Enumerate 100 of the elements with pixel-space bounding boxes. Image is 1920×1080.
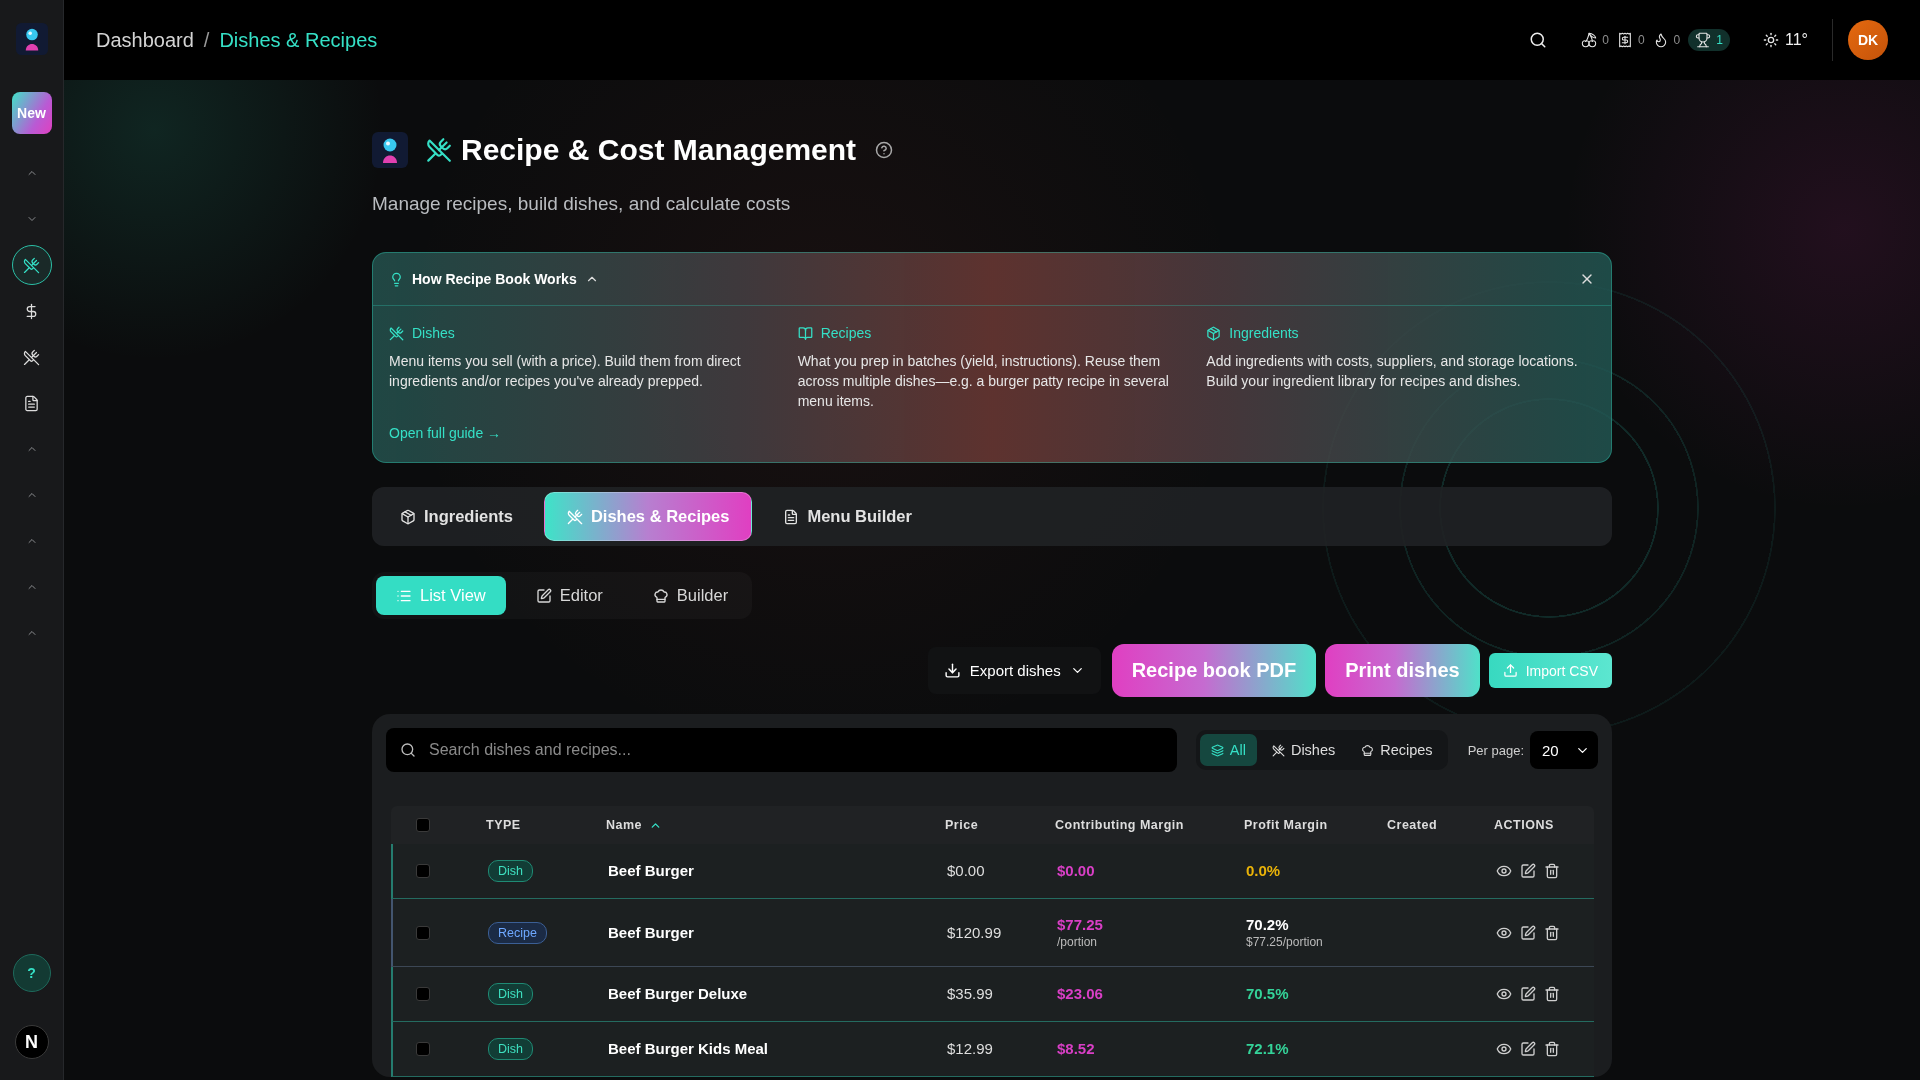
item-name: Beef Burger: [608, 922, 694, 943]
dev-badge[interactable]: N: [14, 1025, 49, 1059]
download-icon: [943, 662, 961, 679]
type-tag: Dish: [488, 860, 533, 882]
section-title: Recipes: [820, 325, 872, 341]
type-tag: Recipe: [488, 921, 547, 944]
column-header[interactable]: TYPE: [470, 818, 590, 832]
price-text: $120.99: [947, 922, 1002, 943]
temperature-text: 11°: [1785, 31, 1808, 49]
profit-value: 72.1%: [1246, 1039, 1289, 1059]
document-icon: [783, 508, 800, 525]
help-icon[interactable]: [875, 141, 894, 159]
stat-count: 1: [1716, 33, 1723, 47]
type-tag: Dish: [488, 983, 533, 1005]
type-tag: Dish: [488, 1038, 533, 1060]
utensils-icon: [23, 348, 40, 366]
search-icon[interactable]: [1529, 31, 1548, 49]
margin-note: /portion: [1057, 935, 1098, 950]
module-tab[interactable]: Menu Builder: [760, 492, 935, 541]
utensils-icon: [23, 256, 40, 274]
search-icon: [400, 742, 416, 758]
margin-value: $8.52: [1057, 1039, 1095, 1059]
book-icon: [797, 325, 813, 341]
edit-icon[interactable]: [1520, 924, 1536, 941]
chef-hat-icon: [652, 587, 669, 604]
column-header[interactable]: Price: [929, 818, 1039, 832]
profit-note: $77.25/portion: [1246, 935, 1323, 950]
trophy-icon[interactable]: [1695, 32, 1712, 48]
per-page-select[interactable]: 20: [1530, 731, 1598, 769]
view-tab[interactable]: Editor: [515, 576, 623, 615]
profit-value: 70.2%: [1246, 915, 1289, 935]
item-name: Beef Burger Kids Meal: [608, 1039, 769, 1059]
section-title: Ingredients: [1229, 325, 1299, 341]
guide-link[interactable]: Open full guide →: [389, 423, 502, 443]
utensils-icon: [1271, 743, 1285, 757]
stat-count: 0: [1637, 33, 1645, 47]
logo-icon[interactable]: [15, 23, 48, 55]
column-header[interactable]: Created: [1371, 818, 1478, 832]
breadcrumb-link[interactable]: Dashboard: [96, 28, 194, 52]
edit-icon: [535, 587, 552, 604]
section-title: Dishes: [412, 325, 455, 341]
price-text: $35.99: [947, 984, 993, 1004]
chef-hat-icon: [1361, 743, 1375, 757]
column-header[interactable]: Contributing Margin: [1039, 818, 1228, 832]
eye-icon[interactable]: [1496, 986, 1512, 1002]
page-subtitle: Manage recipes, build dishes, and calculate costs: [372, 192, 791, 216]
stat-count: 0: [1602, 33, 1609, 47]
stat-pill[interactable]: 1: [1688, 29, 1730, 51]
sun-icon: [1763, 32, 1779, 48]
eye-icon[interactable]: [1496, 1041, 1512, 1057]
package-icon: [1206, 325, 1222, 341]
column-header[interactable]: ACTIONS: [1478, 818, 1594, 832]
item-name: Beef Burger: [608, 861, 694, 881]
column-header[interactable]: Name: [590, 818, 929, 832]
column-header[interactable]: Profit Margin: [1228, 818, 1371, 832]
trash-icon[interactable]: [1544, 863, 1560, 879]
row-checkbox[interactable]: [416, 864, 430, 878]
section-text: Add ingredients with costs, suppliers, and storage locations. Build your ingredient library for recipes and dishes.: [1206, 352, 1579, 391]
lightbulb-icon: [389, 271, 404, 287]
trash-icon[interactable]: [1544, 1041, 1560, 1057]
edit-icon[interactable]: [1520, 863, 1536, 879]
price-text: $0.00: [947, 861, 985, 881]
filter-tab[interactable]: Recipes: [1350, 734, 1444, 766]
guide-toggle[interactable]: How Recipe Book Works: [389, 271, 599, 287]
select-all-checkbox[interactable]: [416, 818, 430, 832]
filter-tab[interactable]: Dishes: [1260, 734, 1347, 766]
package-icon: [400, 508, 416, 525]
row-checkbox[interactable]: [416, 1042, 430, 1056]
view-tab[interactable]: Builder: [632, 576, 749, 615]
stat-count: 0: [1673, 33, 1681, 47]
trash-icon[interactable]: [1544, 924, 1560, 941]
trash-icon[interactable]: [1544, 986, 1560, 1002]
margin-value: $23.06: [1057, 984, 1103, 1004]
margin-value: $0.00: [1057, 861, 1095, 881]
profit-value: 70.5%: [1246, 984, 1289, 1004]
filter-tab[interactable]: All: [1199, 734, 1257, 766]
per-page-label: Per page:: [1467, 742, 1524, 758]
layers-icon: [1210, 743, 1224, 757]
item-name: Beef Burger Deluxe: [608, 984, 748, 1004]
search-field[interactable]: Search dishes and recipes...: [386, 728, 1177, 772]
cherries-icon[interactable]: [1581, 32, 1598, 48]
profit-value: 0.0%: [1246, 861, 1281, 881]
section-text: Menu items you sell (with a price). Build them from direct ingredients and/or recipes you've already prepped.: [389, 352, 742, 391]
breadcrumb-link[interactable]: Dishes & Recipes: [219, 28, 378, 52]
receipt-icon[interactable]: [1616, 32, 1633, 48]
user-avatar[interactable]: DK: [1848, 20, 1888, 60]
utensils-icon: [426, 137, 452, 163]
row-checkbox[interactable]: [416, 987, 430, 1001]
eye-icon[interactable]: [1496, 863, 1512, 879]
help-button[interactable]: ?: [12, 954, 51, 992]
row-checkbox[interactable]: [416, 925, 430, 940]
export-button[interactable]: Export dishes: [927, 647, 1101, 694]
edit-icon[interactable]: [1520, 986, 1536, 1002]
section-text: What you prep in batches (yield, instructions). Reuse them across multiple dishes—e.g. a burger patty recipe in several menu items.: [797, 352, 1170, 411]
edit-icon[interactable]: [1520, 1041, 1536, 1057]
module-tab[interactable]: Ingredients: [377, 492, 536, 541]
upload-icon: [1502, 663, 1518, 678]
nav-button[interactable]: [11, 245, 52, 285]
breadcrumb-separator: /: [203, 28, 210, 52]
logo-icon: [372, 132, 408, 168]
